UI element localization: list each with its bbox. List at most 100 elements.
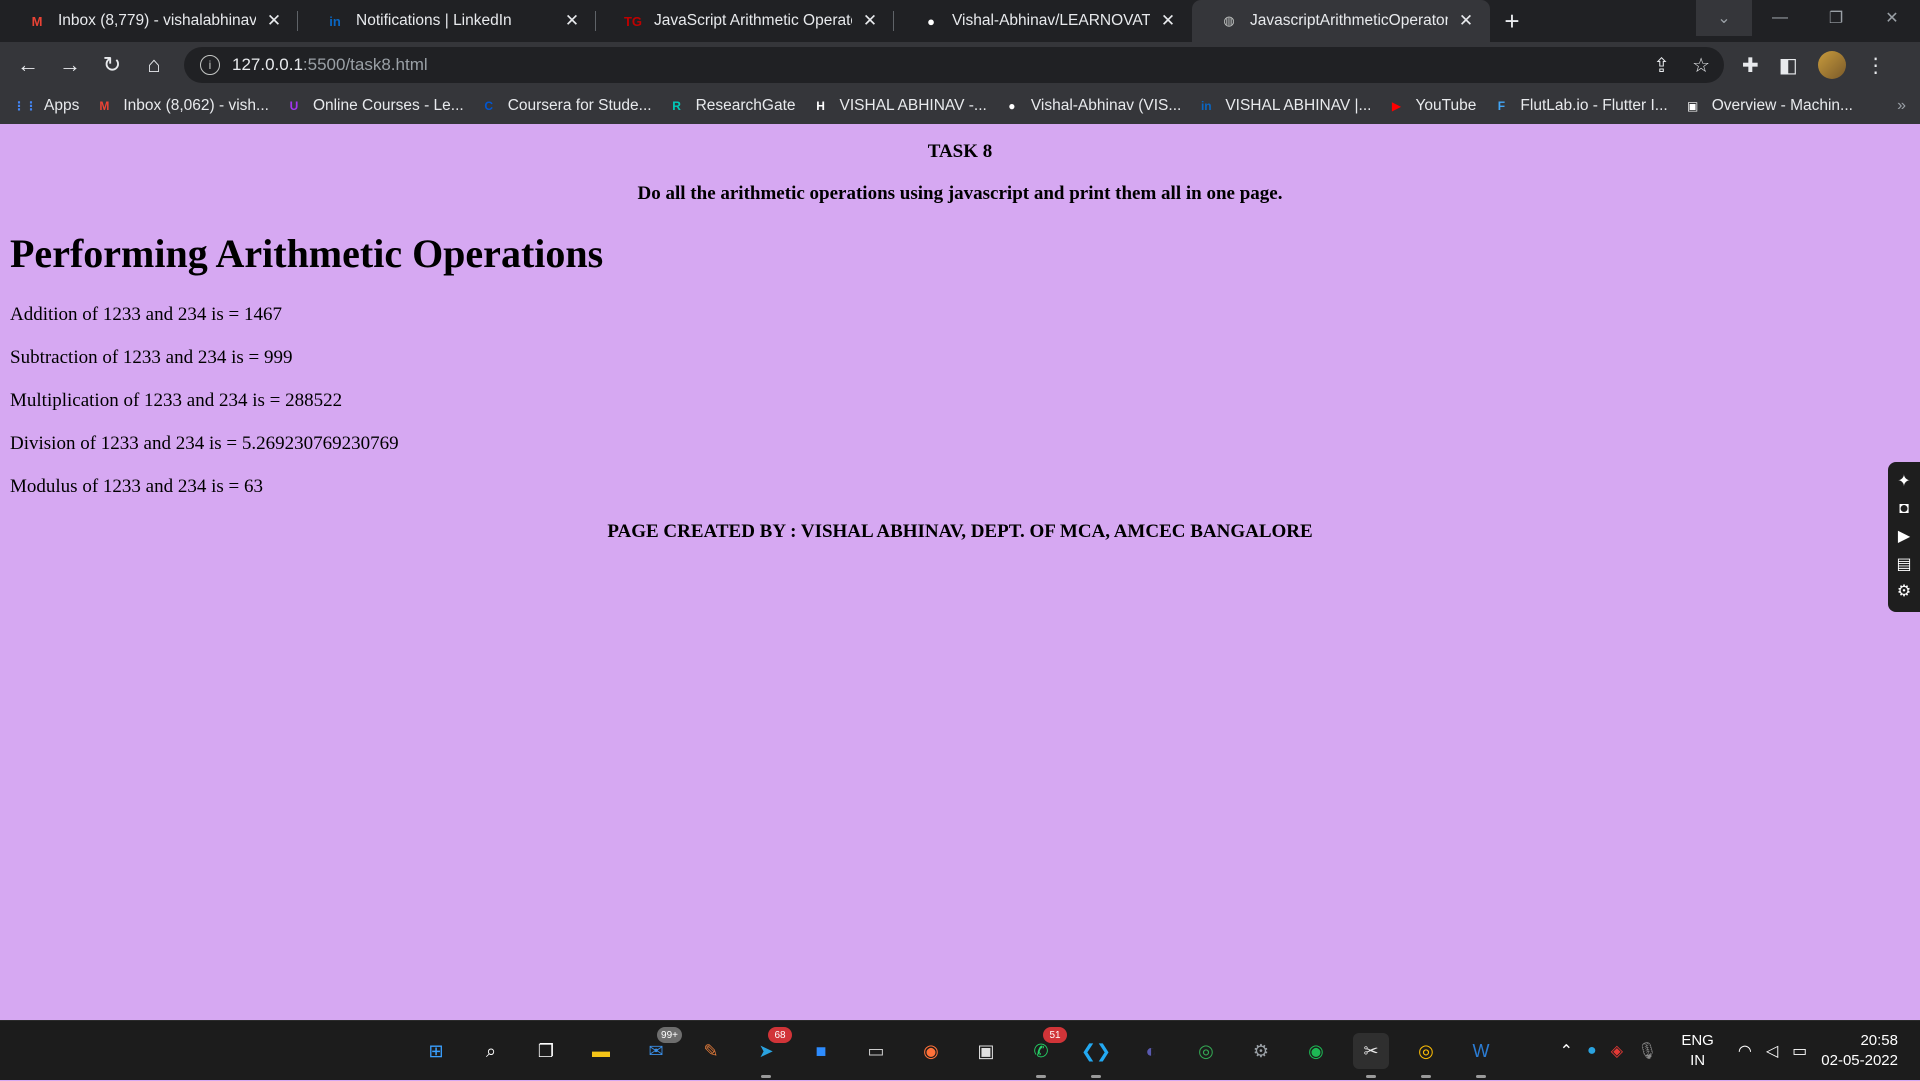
- vscode-icon[interactable]: ❮❯: [1078, 1033, 1114, 1078]
- back-arrow-icon: ←: [17, 52, 39, 77]
- browser-tab[interactable]: in Notifications | LinkedIn ✕: [298, 0, 596, 42]
- close-tab-icon[interactable]: ✕: [562, 11, 582, 31]
- address-bar[interactable]: i 127.0.0.1:5500/task8.html ⇪ ☆: [184, 47, 1724, 83]
- windows-taskbar: ⊞ ⌕ ❐ ▬ ✉ 99+ ✎ ➤ 68 ■ ▭ ◉ ▣ ✆ 51 ❮❯ ◐ ◎ ⚙ ◉ ✂ ◎ W ⌃ ● ◈ 🎙 ENG…: [0, 1020, 1920, 1080]
- window-controls: ⌄ — ❐ ✕: [1696, 0, 1920, 36]
- camera-icon[interactable]: ◘: [1899, 501, 1909, 517]
- menu-kebab-icon[interactable]: ⋮: [1866, 53, 1886, 78]
- bookmark-star-icon[interactable]: ☆: [1692, 53, 1710, 78]
- reload-button[interactable]: ↻: [92, 45, 132, 85]
- profile-avatar[interactable]: [1817, 51, 1846, 79]
- bookmark-item[interactable]: ⋮⋮ Apps: [13, 97, 79, 115]
- apps-icon: ⋮⋮: [13, 99, 37, 113]
- bookmark-item[interactable]: C Coursera for Stude...: [480, 97, 651, 115]
- site-info-icon[interactable]: i: [200, 55, 220, 75]
- terminal-icon[interactable]: ▭: [858, 1033, 894, 1069]
- chrome-profile-icon[interactable]: ◎: [1408, 1033, 1444, 1078]
- page-content: TASK 8 Do all the arithmetic operations …: [0, 124, 1920, 1020]
- extensions-icon[interactable]: ✚: [1742, 53, 1759, 78]
- bookmark-label: ResearchGate: [695, 97, 796, 114]
- running-indicator: [1476, 1075, 1486, 1078]
- app-glyph: ✎: [703, 1040, 719, 1061]
- new-tab-button[interactable]: +: [1490, 0, 1534, 42]
- clock[interactable]: 20:58 02-05-2022: [1821, 1031, 1898, 1071]
- app-glyph: ⌕: [485, 1040, 497, 1061]
- browser-tab[interactable]: TG JavaScript Arithmetic Operators ✕: [596, 0, 894, 42]
- minimize-button[interactable]: —: [1752, 0, 1808, 36]
- mail-icon[interactable]: ✉ 99+: [638, 1027, 682, 1069]
- bookmark-label: Inbox (8,062) - vish...: [123, 97, 269, 114]
- pencil-app-icon[interactable]: ✎: [693, 1033, 729, 1069]
- taskbar-apps: ⊞ ⌕ ❐ ▬ ✉ 99+ ✎ ➤ 68 ■ ▭ ◉ ▣ ✆ 51 ❮❯ ◐ ◎ ⚙ ◉ ✂ ◎ W: [418, 1021, 1499, 1081]
- github-icon: ●: [927, 13, 935, 29]
- wifi-icon[interactable]: ◠: [1738, 1041, 1752, 1061]
- tab-search-button[interactable]: ⌄: [1696, 0, 1752, 36]
- more-bookmarks-icon[interactable]: »: [1897, 97, 1906, 115]
- linkedin-icon: in: [329, 13, 341, 29]
- spotify-icon[interactable]: ◉: [1298, 1033, 1334, 1069]
- whatsapp-icon[interactable]: ✆ 51: [1023, 1027, 1067, 1078]
- bookmark-item[interactable]: in VISHAL ABHINAV |...: [1197, 97, 1372, 115]
- volume-icon[interactable]: ◁: [1766, 1041, 1778, 1061]
- app-glyph: ✉: [648, 1040, 664, 1061]
- close-window-button[interactable]: ✕: [1864, 0, 1920, 36]
- result-addition: Addition of 1233 and 234 is = 1467: [10, 304, 282, 325]
- bookmark-item[interactable]: R ResearchGate: [668, 97, 796, 115]
- eclipse-icon[interactable]: ◐: [1133, 1033, 1169, 1069]
- share-icon[interactable]: ⇪: [1653, 53, 1670, 78]
- bookmark-item[interactable]: F FlutLab.io - Flutter I...: [1492, 97, 1668, 115]
- bookmark-item[interactable]: M Inbox (8,062) - vish...: [95, 97, 269, 115]
- close-tab-icon[interactable]: ✕: [860, 11, 880, 31]
- telegram-tray-icon[interactable]: ●: [1587, 1042, 1597, 1060]
- udemy-icon: U: [289, 99, 299, 113]
- bookmark-item[interactable]: ▣ Overview - Machin...: [1684, 97, 1853, 115]
- globe-icon: ◍: [1223, 13, 1235, 28]
- word-icon[interactable]: W: [1463, 1033, 1499, 1078]
- settings-icon[interactable]: ⚙: [1243, 1033, 1279, 1069]
- snipping-tool-icon[interactable]: ✂: [1353, 1033, 1389, 1078]
- language-indicator[interactable]: ENG IN: [1681, 1031, 1714, 1071]
- result-modulus: Modulus of 1233 and 234 is = 63: [10, 476, 263, 497]
- task-view-icon[interactable]: ❐: [528, 1033, 564, 1069]
- system-tray: ⌃ ● ◈ 🎙 ENG IN ◠ ◁ ▭ 20:58 02-05-2022: [1560, 1021, 1920, 1081]
- search-icon[interactable]: ⌕: [473, 1033, 509, 1069]
- bookmark-item[interactable]: H VISHAL ABHINAV -...: [812, 97, 987, 115]
- forward-button[interactable]: →: [50, 45, 90, 85]
- bookmark-item[interactable]: U Online Courses - Le...: [285, 97, 464, 115]
- browser-tab[interactable]: ● Vishal-Abhinav/LEARNOVATE-E-C ✕: [894, 0, 1192, 42]
- chevron-up-icon[interactable]: ⌃: [1560, 1041, 1573, 1061]
- microphone-icon[interactable]: 🎙: [1637, 1041, 1657, 1061]
- browser-tab[interactable]: M Inbox (8,779) - vishalabhinav.co.in ✕: [0, 0, 298, 42]
- battery-icon[interactable]: ▭: [1792, 1041, 1807, 1061]
- zoom-icon[interactable]: ■: [803, 1033, 839, 1069]
- home-button[interactable]: ⌂: [134, 45, 174, 85]
- back-button[interactable]: ←: [8, 45, 48, 85]
- clock-date: 02-05-2022: [1821, 1052, 1898, 1069]
- telegram-icon[interactable]: ➤ 68: [748, 1027, 792, 1078]
- bookmark-item[interactable]: ▶ YouTube: [1387, 97, 1477, 115]
- close-tab-icon[interactable]: ✕: [1158, 11, 1178, 31]
- pin-icon[interactable]: ✦: [1897, 473, 1910, 490]
- tab-title: Notifications | LinkedIn: [356, 12, 512, 29]
- gallery-icon[interactable]: ▤: [1896, 556, 1911, 573]
- screen-recorder-icon[interactable]: ▣: [968, 1033, 1004, 1069]
- mcafee-icon[interactable]: ◈: [1611, 1041, 1623, 1061]
- firefox-icon[interactable]: ◉: [913, 1033, 949, 1069]
- gear-icon[interactable]: ⚙: [1897, 584, 1911, 600]
- restore-button[interactable]: ❐: [1808, 0, 1864, 36]
- browser-tab[interactable]: ◍ JavascriptArithmeticOperators : B ✕: [1192, 0, 1490, 42]
- app-glyph: ◉: [1308, 1040, 1324, 1061]
- video-icon[interactable]: ▶: [1898, 528, 1910, 545]
- windows-start-icon[interactable]: ⊞: [418, 1033, 454, 1069]
- side-panel-icon[interactable]: ◧: [1779, 53, 1798, 78]
- tab-title: JavaScript Arithmetic Operators: [654, 12, 852, 29]
- running-indicator: [1366, 1075, 1376, 1078]
- app-glyph: ▬: [592, 1040, 610, 1061]
- close-tab-icon[interactable]: ✕: [1456, 11, 1476, 31]
- close-tab-icon[interactable]: ✕: [264, 11, 284, 31]
- bookmark-label: VISHAL ABHINAV |...: [1225, 97, 1372, 114]
- chrome-icon[interactable]: ◎: [1188, 1033, 1224, 1069]
- bookmark-item[interactable]: ● Vishal-Abhinav (VIS...: [1003, 97, 1181, 115]
- file-explorer-icon[interactable]: ▬: [583, 1033, 619, 1069]
- task-title: TASK 8: [927, 141, 993, 162]
